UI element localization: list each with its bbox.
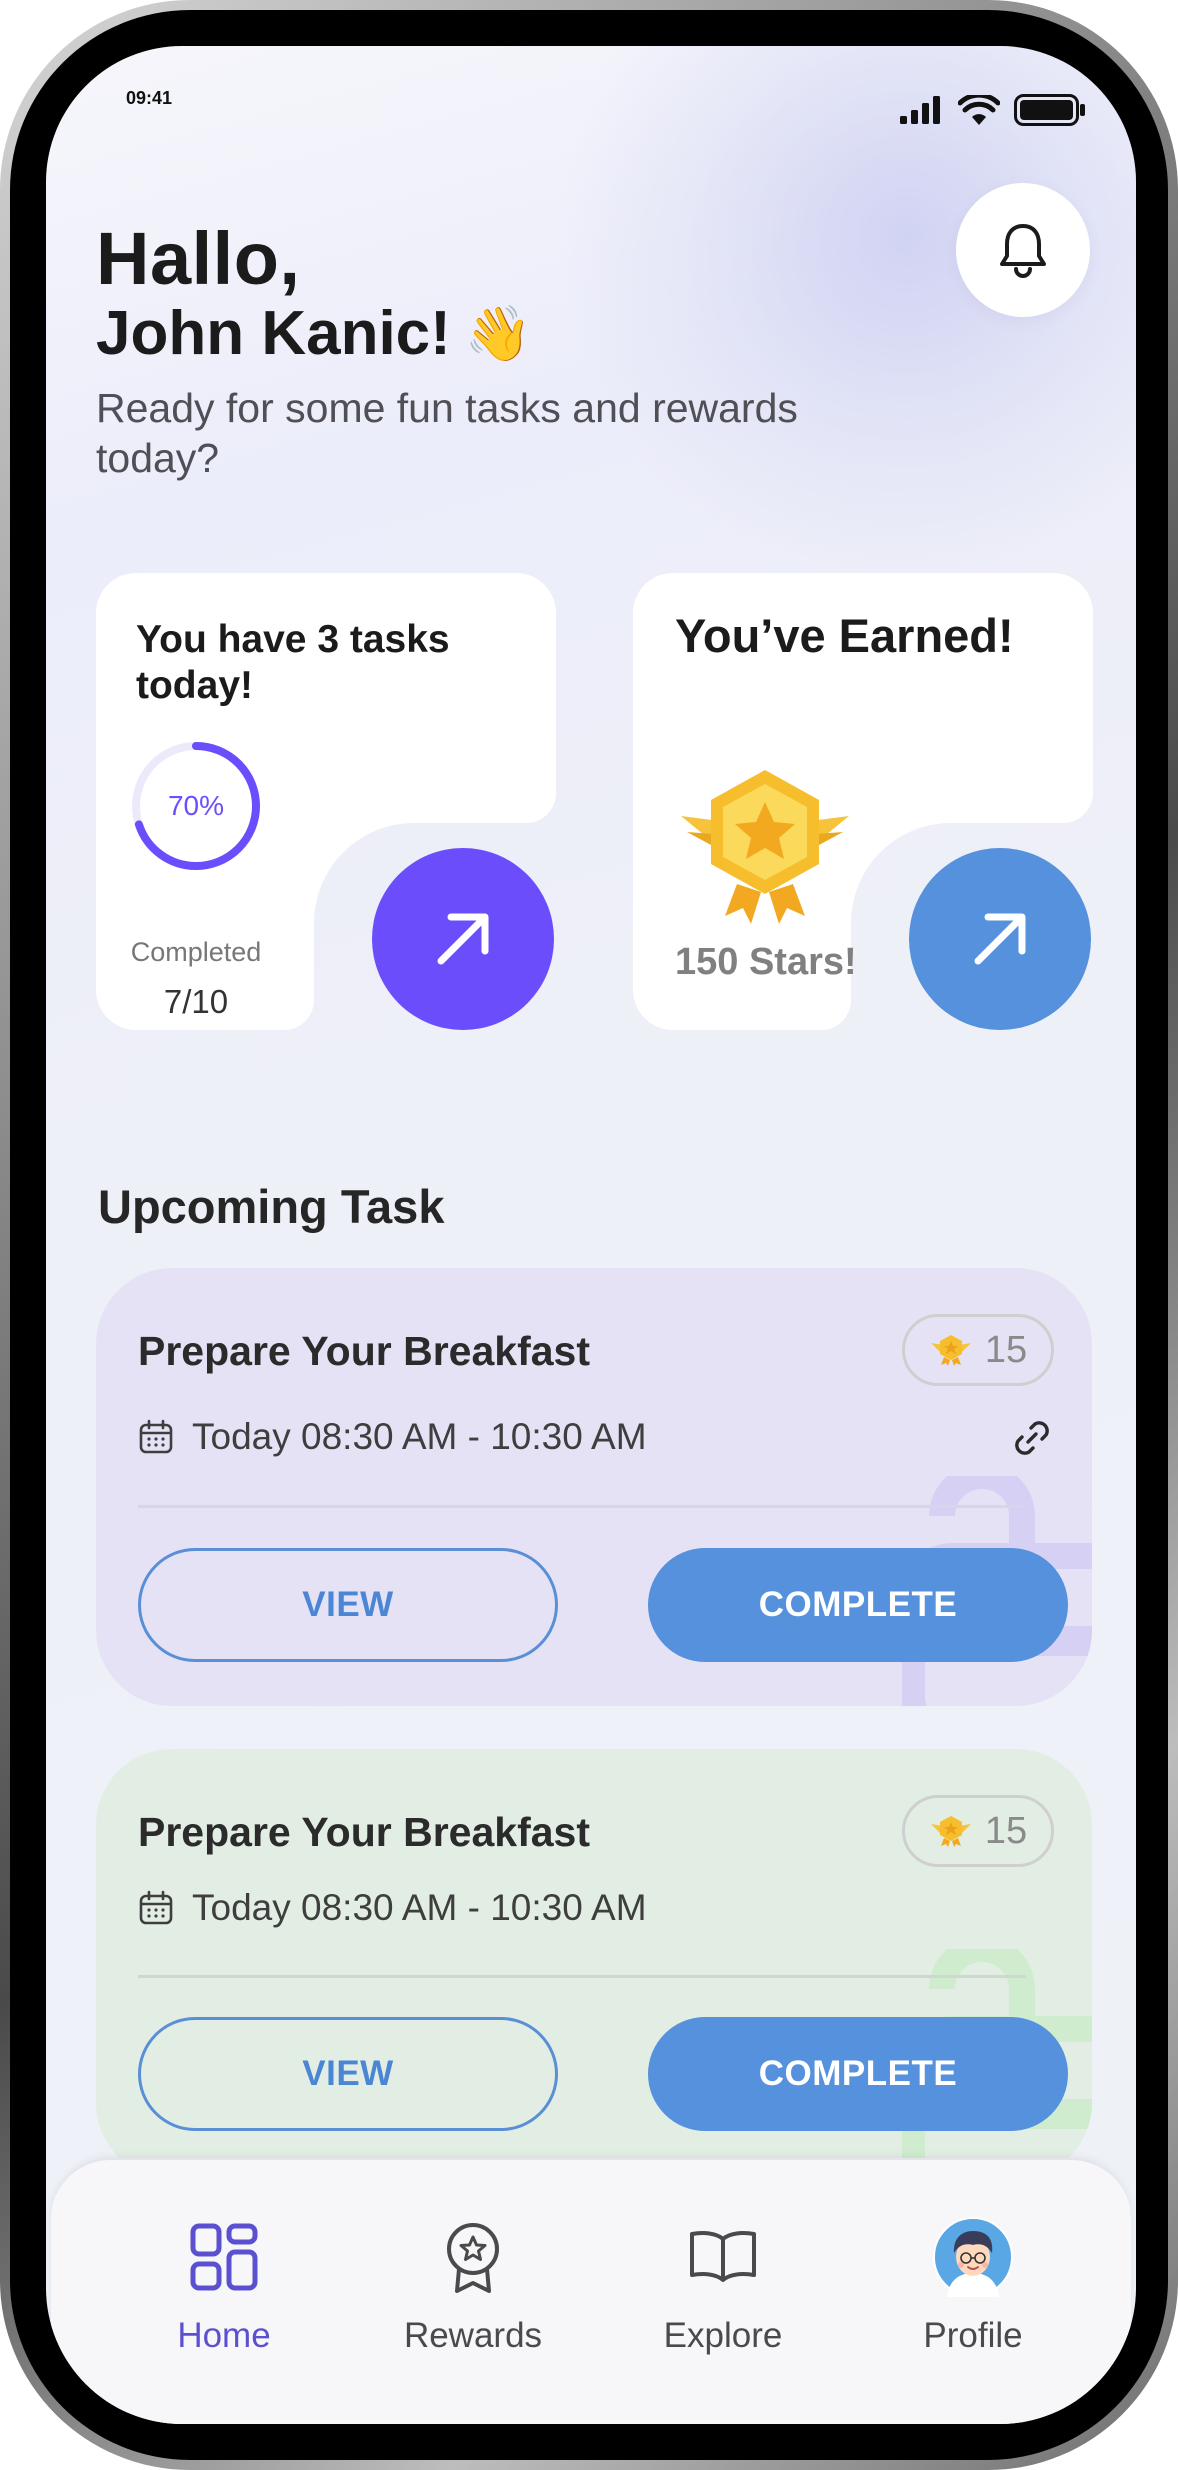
tasks-today-card[interactable]: You have 3 tasks today! 70% Completed 7/… [96,573,556,1030]
nav-icon-wrapper [688,2220,758,2294]
tasks-card-title: You have 3 tasks today! [136,618,450,707]
open-tasks-button[interactable] [372,848,554,1030]
task-name: Prepare Your Breakfast [138,1809,590,1855]
upcoming-section-title: Upcoming Task [98,1180,445,1233]
notifications-button[interactable] [956,183,1090,317]
nav-label-home: Home [177,2316,271,2355]
bottom-nav: Home Rewards Explore Profile [51,2158,1131,2424]
task-divider [138,1505,1026,1508]
avatar [933,2217,1013,2297]
wave-emoji: 👋 [464,301,533,365]
signal-icon [900,96,940,124]
greeting-title: Hallo, [96,217,301,300]
battery-icon [1014,94,1085,126]
nav-item-explore[interactable]: Explore [623,2220,823,2356]
calendar-icon [139,1890,173,1925]
nav-label-rewards: Rewards [403,2316,543,2355]
complete-button[interactable]: COMPLETE [648,1548,1068,1662]
view-button[interactable]: VIEW [138,2017,558,2131]
completed-label: Completed [130,937,262,967]
task-time: Today 08:30 AM - 10:30 AM [192,1887,647,1928]
wifi-icon [958,95,1000,125]
star-medal-icon [930,1335,971,1366]
nav-icon-wrapper [190,2220,258,2294]
status-icons [900,94,1086,126]
nav-label-profile: Profile [923,2316,1023,2355]
user-name: John Kanic! [96,299,451,368]
calendar-icon [139,1419,173,1454]
award-icon [447,2223,499,2293]
bell-icon [1000,224,1046,278]
task-points: 15 [984,1328,1028,1371]
greeting-subtitle: Ready for some fun tasks and rewards tod… [96,385,798,481]
nav-icon-wrapper [443,2220,503,2294]
task-card[interactable]: Prepare Your Breakfast 15 Today 08:30 AM… [96,1268,1092,1706]
task-time-row: Today 08:30 AM - 10:30 AM [138,1887,647,1929]
nav-item-home[interactable]: Home [124,2220,324,2356]
nav-label-explore: Explore [663,2316,783,2355]
progress-percent: 70% [167,790,225,821]
completed-value: 7/10 [163,983,229,1020]
book-icon [690,2231,756,2282]
task-points-badge: 15 [902,1314,1054,1386]
open-rewards-button[interactable] [909,848,1091,1030]
nav-item-rewards[interactable]: Rewards [373,2220,573,2356]
task-card[interactable]: Prepare Your Breakfast 15 Today 08:30 AM… [96,1749,1092,2179]
stars-earned: 150 Stars! [675,941,857,983]
grid-icon [190,2223,258,2291]
task-time-row: Today 08:30 AM - 10:30 AM [138,1416,647,1458]
nav-icon-wrapper [933,2217,1013,2297]
task-points: 15 [984,1809,1028,1852]
task-name: Prepare Your Breakfast [138,1328,590,1374]
arrow-up-right-icon [437,913,489,965]
earned-card-title: You’ve Earned! [675,609,1014,662]
status-time: 09:41 [126,88,173,108]
app-screen: 09:41 Hallo, John Kanic! 👋 Ready for som… [46,46,1136,2424]
earned-card[interactable]: You’ve Earned! 150 Stars! [633,573,1093,1030]
user-name-row: John Kanic! 👋 [96,298,532,369]
nav-item-profile[interactable]: Profile [873,2217,1073,2356]
link-icon[interactable] [1010,1416,1054,1460]
view-button[interactable]: VIEW [138,1548,558,1662]
task-time: Today 08:30 AM - 10:30 AM [192,1416,647,1457]
star-medal-icon [681,770,849,924]
arrow-up-right-icon [974,913,1026,965]
star-medal-icon [930,1816,971,1847]
task-points-badge: 15 [902,1795,1054,1867]
task-divider [138,1975,1026,1978]
complete-button[interactable]: COMPLETE [648,2017,1068,2131]
